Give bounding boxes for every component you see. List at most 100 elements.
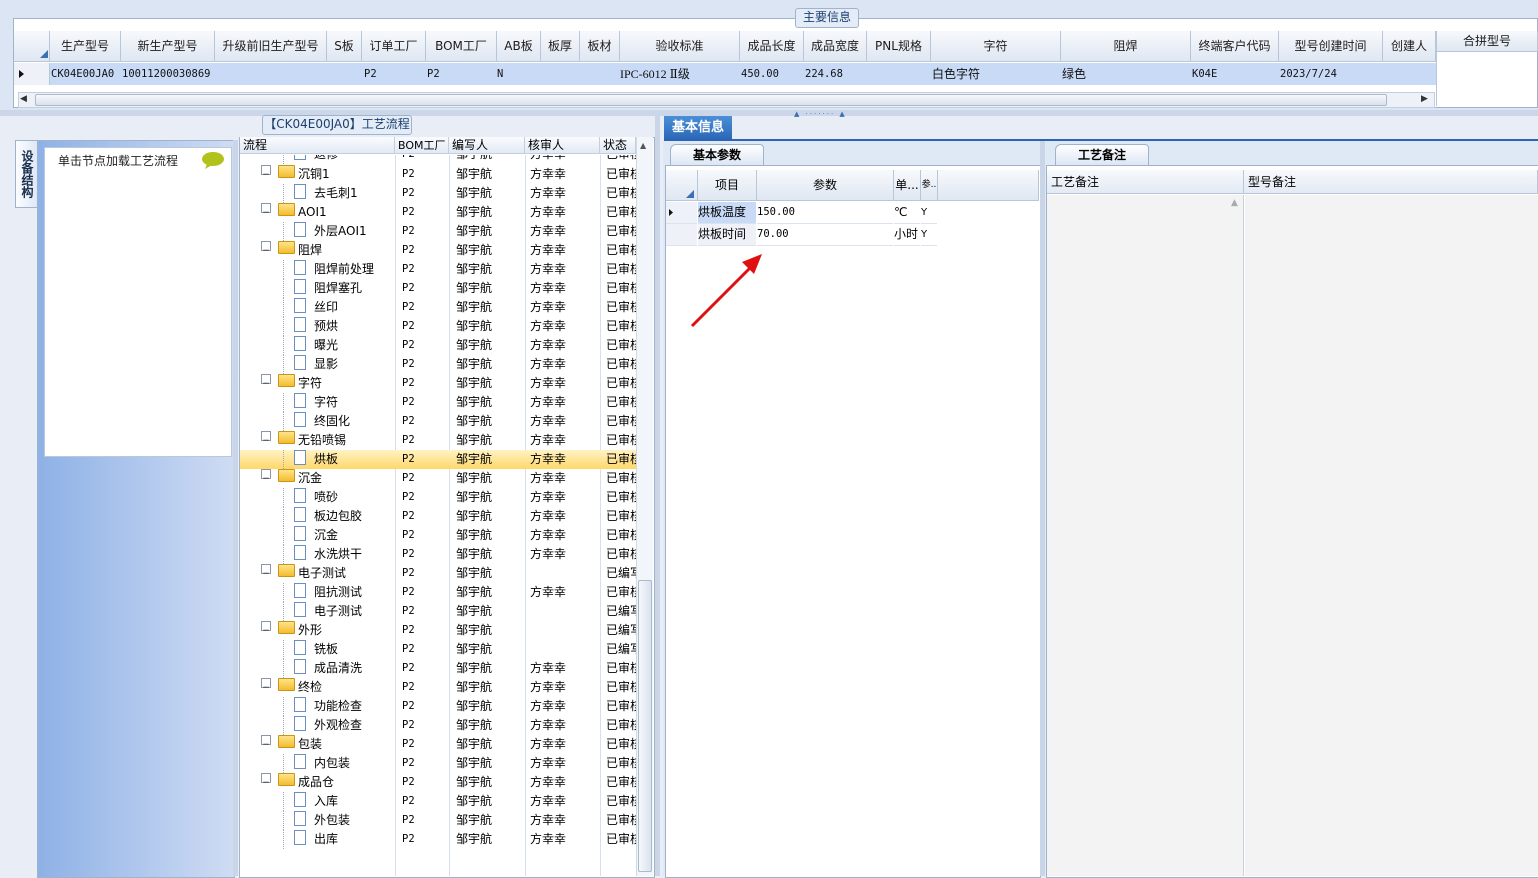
tree-folder-node[interactable]: − 电子测试 P2 邹宇航 已编写 [240,564,636,583]
main-grid-row[interactable] [14,63,1436,85]
tree-step-node[interactable]: 外层AOI1 P2 邹宇航 方幸幸 已审核 [240,222,636,241]
tree-vscroll-thumb[interactable] [638,580,652,872]
tree-folder-node[interactable]: − 沉铜1 P2 邹宇航 方幸幸 已审核 [240,165,636,184]
main-col-header[interactable]: 验收标准 [620,31,740,62]
main-col-header[interactable]: 生产型号 [50,31,121,62]
tree-folder-node[interactable]: − 包装 P2 邹宇航 方幸幸 已审核 [240,735,636,754]
tab-process-remark[interactable]: 工艺备注 [1055,144,1149,165]
param-item[interactable]: 烘板时间 [698,224,756,246]
main-col-header[interactable]: 字符 [931,31,1061,62]
param-flag[interactable]: Y [921,224,937,246]
main-col-header[interactable]: BOM工厂 [426,31,497,62]
tree-step-node[interactable]: 曝光 P2 邹宇航 方幸幸 已审核 [240,336,636,355]
device-structure-tab[interactable]: 设备结构 [15,140,38,208]
tree-step-node[interactable]: 烘板 P2 邹宇航 方幸幸 已审核 [240,450,636,469]
tree-step-node[interactable]: 内包装 P2 邹宇航 方幸幸 已审核 [240,754,636,773]
tree-step-node[interactable]: 去毛刺1 P2 邹宇航 方幸幸 已审核 [240,184,636,203]
tree-folder-node[interactable]: − 外形 P2 邹宇航 已编写 [240,621,636,640]
collapse-toggle-icon[interactable]: − [261,469,271,484]
tree-folder-node[interactable]: − 成品仓 P2 邹宇航 方幸幸 已审核 [240,773,636,792]
horizontal-splitter[interactable] [0,110,1538,116]
main-col-header[interactable]: 成品宽度 [804,31,867,62]
col-bom-factory[interactable]: BOM工厂 [395,137,449,154]
cell-ab-board[interactable]: N [497,63,503,85]
collapse-toggle-icon[interactable]: − [261,374,271,389]
param-row-indicator[interactable] [666,224,697,246]
param-col-unit[interactable]: 单... [894,170,921,201]
main-col-header[interactable]: 订单工厂 [362,31,426,62]
main-col-header[interactable]: 阻焊 [1061,31,1191,62]
collapse-toggle-icon[interactable]: − [261,241,271,256]
cell-character[interactable]: 白色字符 [932,63,980,85]
main-col-header[interactable]: 成品长度 [740,31,804,62]
cell-width[interactable]: 224.68 [805,63,843,85]
collapse-toggle-icon[interactable]: − [261,735,271,750]
param-col-value[interactable]: 参数 [757,170,894,201]
merge-model-header[interactable]: 合拼型号 [1437,31,1538,52]
main-col-header[interactable]: 板材 [580,31,620,62]
main-grid-hscrollbar[interactable] [18,92,1435,108]
row-selector-header[interactable] [14,31,50,62]
tree-step-node[interactable]: 电子测试 P2 邹宇航 已编写 [240,602,636,621]
param-value[interactable]: 70.00 [757,224,893,246]
tree-folder-node[interactable]: − 阻焊 P2 邹宇航 方幸幸 已审核 [240,241,636,260]
tree-step-node[interactable]: 阻焊塞孔 P2 邹宇航 方幸幸 已审核 [240,279,636,298]
tree-step-node[interactable]: 铣板 P2 邹宇航 已编写 [240,640,636,659]
scroll-up-arrow-icon[interactable]: ▲ [640,141,646,150]
process-remark-textarea[interactable] [1047,195,1244,876]
param-col-flag[interactable]: 参.. [921,170,938,201]
cell-solder-mask[interactable]: 绿色 [1062,63,1086,85]
param-value[interactable]: 150.00 [757,202,893,224]
remark-scroll-up-icon[interactable]: ▲ [1231,198,1238,208]
main-col-header[interactable]: 型号创建时间 [1279,31,1383,62]
tab-basic-info[interactable]: 基本信息 [664,116,732,140]
param-unit[interactable]: ℃ [894,202,920,224]
tree-step-node[interactable]: 板边包胶 P2 邹宇航 方幸幸 已审核 [240,507,636,526]
tree-step-node[interactable]: 外观检查 P2 邹宇航 方幸幸 已审核 [240,716,636,735]
left-splitter[interactable] [233,140,238,876]
tree-folder-node[interactable]: − 无铅喷锡 P2 邹宇航 方幸幸 已审核 [240,431,636,450]
main-col-header[interactable]: S板 [327,31,362,62]
cell-length[interactable]: 450.00 [741,63,779,85]
param-col-item[interactable]: 项目 [698,170,757,201]
col-reviewer[interactable]: 核审人 [525,137,600,154]
splitter-grip-icon[interactable]: ▲ ······· ▲ [794,110,847,118]
tree-step-node[interactable]: 终固化 P2 邹宇航 方幸幸 已审核 [240,412,636,431]
row-indicator[interactable] [14,63,50,85]
collapse-toggle-icon[interactable]: − [261,773,271,788]
main-col-header[interactable]: 板厚 [541,31,580,62]
collapse-toggle-icon[interactable]: − [261,165,271,180]
tree-folder-node[interactable]: − 终检 P2 邹宇航 方幸幸 已审核 [240,678,636,697]
hscroll-thumb[interactable] [35,94,1387,106]
tree-step-node[interactable]: 入库 P2 邹宇航 方幸幸 已审核 [240,792,636,811]
cell-acceptance-standard[interactable]: IPC-6012 Ⅱ级 [620,63,690,85]
remark-col-process[interactable]: 工艺备注 [1047,170,1244,194]
tab-basic-params[interactable]: 基本参数 [670,144,764,165]
main-col-header[interactable]: 终端客户代码 [1191,31,1279,62]
tree-step-node[interactable]: 返修 P2 邹宇航 方幸幸 已审核 [240,155,636,164]
tree-step-node[interactable]: 喷砂 P2 邹宇航 方幸幸 已审核 [240,488,636,507]
col-flow[interactable]: 流程 [240,137,395,154]
cell-created-date[interactable]: 2023/7/24 [1280,63,1337,85]
collapse-toggle-icon[interactable]: − [261,678,271,693]
remark-col-model[interactable]: 型号备注 [1244,170,1538,194]
tree-step-node[interactable]: 预烘 P2 邹宇航 方幸幸 已审核 [240,317,636,336]
tree-step-node[interactable]: 水洗烘干 P2 邹宇航 方幸幸 已审核 [240,545,636,564]
tree-folder-node[interactable]: − 字符 P2 邹宇航 方幸幸 已审核 [240,374,636,393]
cell-customer-code[interactable]: K04E [1192,63,1217,85]
main-col-header[interactable]: AB板 [497,31,541,62]
main-col-header[interactable]: 新生产型号 [121,31,215,62]
tree-step-node[interactable]: 沉金 P2 邹宇航 方幸幸 已审核 [240,526,636,545]
main-col-header[interactable]: 创建人 [1383,31,1436,62]
tree-step-node[interactable]: 成品清洗 P2 邹宇航 方幸幸 已审核 [240,659,636,678]
collapse-toggle-icon[interactable]: − [261,621,271,636]
cell-production-model[interactable]: CK04E00JA0 [51,63,114,85]
tree-step-node[interactable]: 外包装 P2 邹宇航 方幸幸 已审核 [240,811,636,830]
device-tree-box[interactable] [44,147,232,457]
tree-step-node[interactable]: 字符 P2 邹宇航 方幸幸 已审核 [240,393,636,412]
tree-step-node[interactable]: 功能检查 P2 邹宇航 方幸幸 已审核 [240,697,636,716]
param-row-selector-header[interactable] [666,170,698,201]
middle-splitter[interactable] [655,116,660,876]
param-flag[interactable]: Y [921,202,937,224]
tree-step-node[interactable]: 阻抗测试 P2 邹宇航 方幸幸 已审核 [240,583,636,602]
